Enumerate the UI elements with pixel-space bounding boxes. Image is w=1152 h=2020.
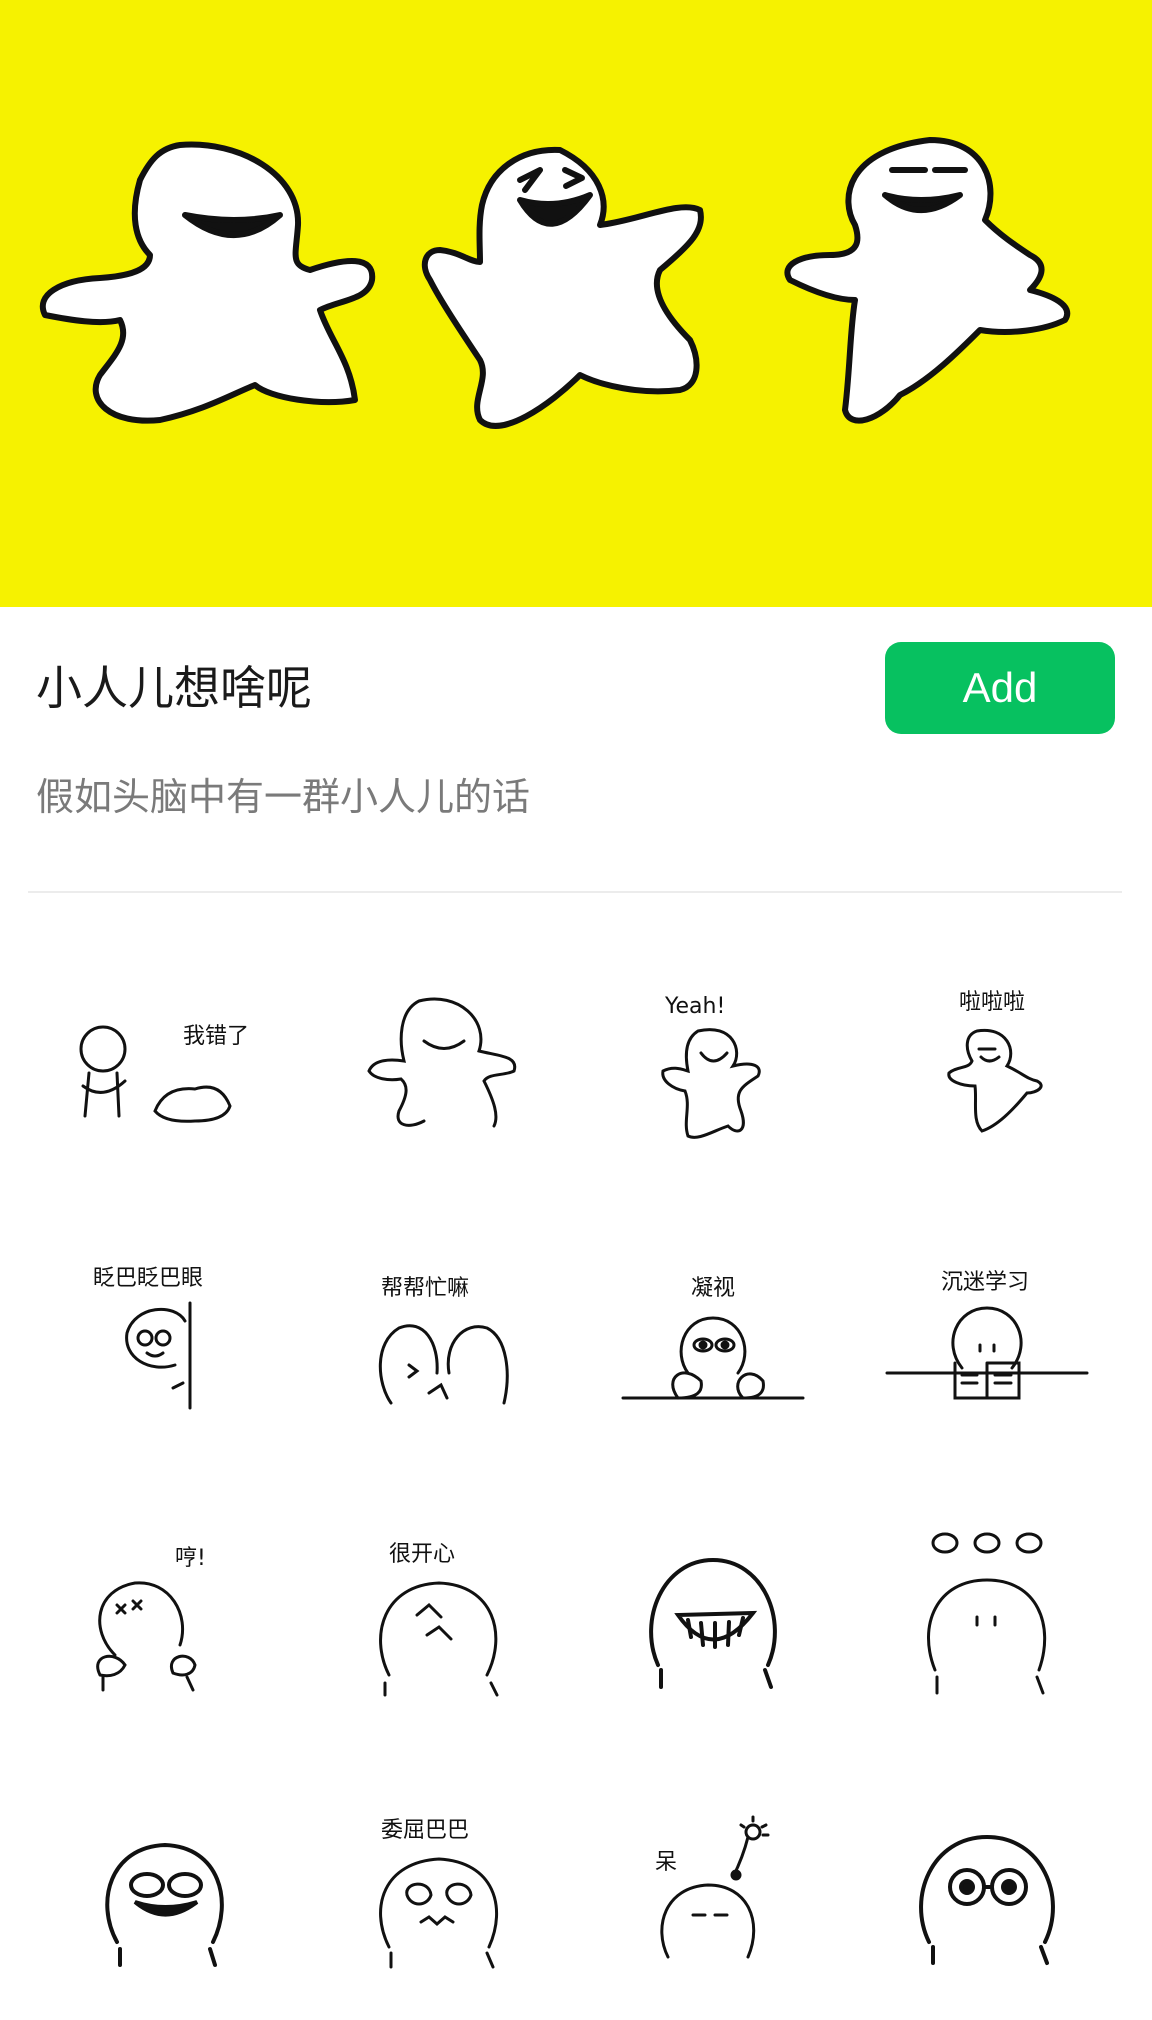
sticker-cell[interactable]	[28, 1741, 302, 2013]
wide-eyes-sticker	[919, 1834, 1055, 1965]
sticker-cell[interactable]: 沉迷学习	[850, 1197, 1124, 1469]
sticker-caption: 帮帮忙嘛	[381, 1276, 469, 1301]
sticker-cell[interactable]	[850, 1469, 1124, 1741]
banner-dancing-people-icon	[40, 137, 1071, 429]
help-please-sticker: 帮帮忙嘛	[378, 1276, 509, 1405]
angry-hmph-sticker: 哼!	[96, 1546, 206, 1692]
sticker-caption: 哼!	[175, 1546, 206, 1571]
sticker-cell[interactable]: 啦啦啦	[850, 925, 1124, 1197]
pack-title: 小人儿想啥呢	[36, 661, 312, 715]
lalala-dance-sticker: 啦啦啦	[947, 990, 1043, 1133]
sticker-cell[interactable]: Yeah!	[576, 925, 850, 1197]
sticker-caption: 眨巴眨巴眼	[93, 1266, 203, 1291]
sticker-cell[interactable]	[302, 925, 576, 1197]
sticker-cell[interactable]: 凝视	[576, 1197, 850, 1469]
sticker-cell[interactable]: 委屈巴巴	[302, 1741, 576, 2013]
sticker-cell[interactable]: 呆	[576, 1741, 850, 2013]
speechless-dots-sticker	[927, 1532, 1047, 1695]
sticker-grid: 我错了 Yeah! 啦啦啦 眨巴眨巴眼 帮帮忙嘛 凝视 沉迷学习 哼! 很开心 …	[28, 925, 1124, 2013]
sorry-bow-sticker: 我错了	[79, 1024, 249, 1123]
sticker-caption: 凝视	[691, 1276, 735, 1301]
sticker-caption: 很开心	[389, 1542, 455, 1567]
happy-face-sticker: 很开心	[379, 1542, 499, 1697]
banner	[0, 0, 1152, 607]
peek-blink-sticker: 眨巴眨巴眼	[93, 1266, 203, 1410]
stare-sticker: 凝视	[621, 1276, 805, 1400]
sticker-cell[interactable]	[576, 1469, 850, 1741]
sticker-caption: 委屈巴巴	[381, 1818, 469, 1843]
laughing-tears-sticker	[105, 1842, 224, 1967]
sticker-cell[interactable]	[850, 1741, 1124, 2013]
sticker-cell[interactable]: 很开心	[302, 1469, 576, 1741]
sticker-cell[interactable]: 我错了	[28, 925, 302, 1197]
dazed-sticker: 呆	[655, 1815, 770, 1959]
big-grin-sticker	[649, 1557, 777, 1689]
sticker-caption: 我错了	[183, 1024, 249, 1049]
dancing-person-sticker	[367, 997, 517, 1128]
sticker-cell[interactable]: 哼!	[28, 1469, 302, 1741]
study-sticker: 沉迷学习	[885, 1270, 1089, 1400]
sticker-caption: 沉迷学习	[941, 1270, 1029, 1295]
pack-description: 假如头脑中有一群小人儿的话	[36, 775, 531, 819]
sticker-caption: 呆	[655, 1850, 677, 1875]
sticker-caption: Yeah!	[664, 994, 725, 1019]
yeah-cheer-sticker: Yeah!	[661, 994, 761, 1139]
sticker-cell[interactable]: 眨巴眨巴眼	[28, 1197, 302, 1469]
add-button[interactable]: Add	[885, 642, 1115, 734]
divider	[28, 891, 1122, 893]
sticker-cell[interactable]: 帮帮忙嘛	[302, 1197, 576, 1469]
sticker-caption: 啦啦啦	[959, 990, 1025, 1015]
aggrieved-sticker: 委屈巴巴	[379, 1818, 498, 1969]
